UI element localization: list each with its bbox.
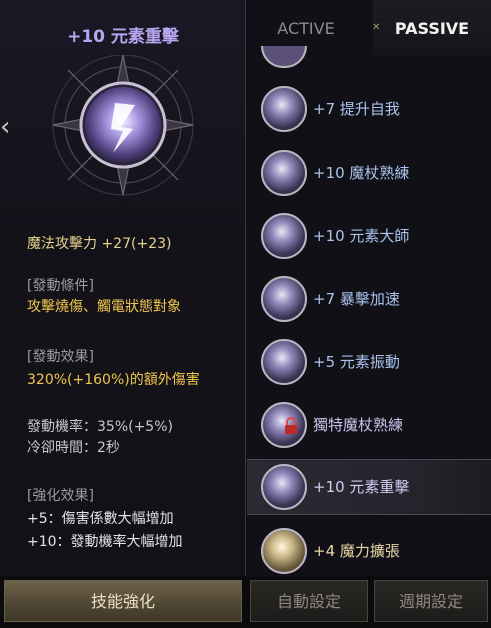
skill-row[interactable]: +10 元素大師 xyxy=(247,209,491,263)
element-vibration-icon xyxy=(261,339,307,385)
magic-attack-stat: 魔法攻擊力 +27(+23) xyxy=(27,233,171,253)
skill-row[interactable]: +5 元素振動 xyxy=(247,335,491,389)
enhance-line-1: +5：傷害係數大幅增加 xyxy=(27,511,174,527)
crit-acceleration-icon xyxy=(261,276,307,322)
skill-row[interactable]: +7 暴擊加速 xyxy=(247,272,491,326)
mana-expansion-icon xyxy=(261,528,307,574)
stat-label: 魔法攻擊力 xyxy=(27,236,97,252)
skill-label: +10 元素大師 xyxy=(313,227,410,245)
skill-enhance-button[interactable]: 技能強化 xyxy=(4,580,242,622)
skill-detail-panel: +10 元素重擊 ‹ 魔法攻擊力 +27(+23) [發動條件] 攻擊燒傷、觸電… xyxy=(0,0,246,576)
lock-icon xyxy=(285,417,297,434)
skill-label: +5 元素振動 xyxy=(313,353,400,371)
auto-setting-button[interactable]: 自動設定 xyxy=(250,580,368,622)
tab-passive[interactable]: PASSIVE xyxy=(373,0,491,56)
trigger-heading: [發動條件] xyxy=(27,278,94,294)
effect-text: 320%(+160%)的額外傷害 xyxy=(27,372,200,388)
partial-skill-icon xyxy=(261,46,307,68)
cooldown-text: 冷卻時間：2秒 xyxy=(27,440,120,456)
effect-heading: [發動效果] xyxy=(27,349,94,365)
bottom-button-bar: 技能強化 自動設定 週期設定 xyxy=(0,576,491,628)
skill-title: +10 元素重擊 xyxy=(67,27,179,47)
skill-label: +10 元素重擊 xyxy=(313,478,410,496)
self-improve-icon xyxy=(261,86,307,132)
enhance-heading: [強化效果] xyxy=(27,488,94,504)
skill-row[interactable]: +4 魔力擴張 xyxy=(247,524,491,576)
skill-row-selected[interactable]: +10 元素重擊 xyxy=(247,459,491,515)
skill-label: 獨特魔杖熟練 xyxy=(313,416,404,434)
skill-row[interactable]: +7 提升自我 xyxy=(247,82,491,136)
wand-mastery-icon xyxy=(261,150,307,196)
skill-emblem-icon xyxy=(52,55,194,196)
tab-divider-icon: ✕ xyxy=(372,22,381,33)
skill-label: +7 暴擊加速 xyxy=(313,290,400,308)
skill-row[interactable]: 獨特魔杖熟練 xyxy=(247,398,491,452)
previous-arrow-icon[interactable]: ‹ xyxy=(0,112,14,142)
element-strike-icon xyxy=(261,464,307,510)
element-master-icon xyxy=(261,213,307,259)
chance-text: 發動機率：35%(+5%) xyxy=(27,419,173,435)
trigger-text: 攻擊燒傷、觸電狀態對象 xyxy=(27,299,181,315)
skill-row[interactable]: +10 魔杖熟練 xyxy=(247,146,491,200)
skill-label: +7 提升自我 xyxy=(313,100,400,118)
skill-list-panel: ACTIVE PASSIVE ✕ +7 提升自我 +10 魔杖熟練 +10 元素… xyxy=(247,0,491,576)
unique-wand-mastery-icon xyxy=(261,402,307,448)
enhance-line-2: +10：發動機率大幅增加 xyxy=(27,534,183,550)
skill-label: +10 魔杖熟練 xyxy=(313,164,410,182)
stat-value: +27(+23) xyxy=(101,236,172,252)
period-setting-button[interactable]: 週期設定 xyxy=(374,580,488,622)
skill-label: +4 魔力擴張 xyxy=(313,542,400,560)
